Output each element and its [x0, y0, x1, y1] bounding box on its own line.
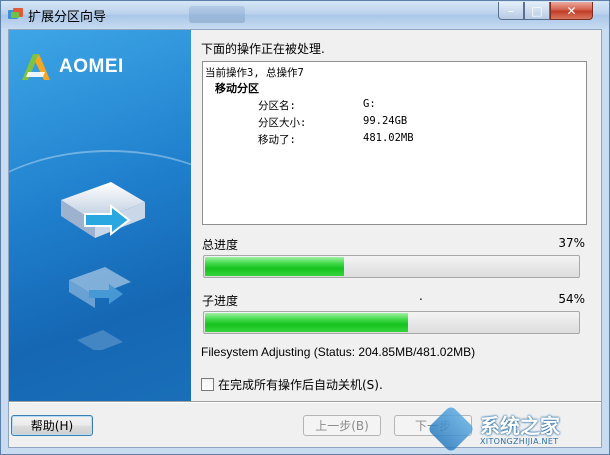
progress-pane: 下面的操作正在被处理. 当前操作3, 总操作7 移动分区 分区名: G: 分区大… — [201, 30, 597, 401]
minimize-button[interactable]: – — [498, 2, 524, 20]
aomei-app-icon — [8, 8, 23, 19]
help-button-label: 帮助(H) — [30, 419, 74, 433]
title-bar-tab-ghost — [189, 6, 245, 23]
sub-progress-marker: . — [419, 289, 423, 303]
log-value-size: 99.24GB — [363, 115, 408, 127]
close-button[interactable]: ✕ — [550, 2, 593, 20]
watermark-url: XITONGZHIJIA.NET — [480, 437, 559, 446]
pane-title: 下面的操作正在被处理. — [201, 42, 325, 56]
total-progress-bar — [203, 255, 580, 278]
sub-progress-percent: 54% — [558, 292, 585, 306]
site-watermark: 系统之家 XITONGZHIJIA.NET — [426, 404, 609, 454]
button-divider — [9, 401, 601, 403]
auto-shutdown-label[interactable]: 在完成所有操作后自动关机(S). — [218, 376, 383, 393]
log-label-partition: 分区名: — [258, 100, 296, 112]
log-label-moved: 移动了: — [258, 134, 296, 146]
current-operation-text: 当前操作3, 总操作7 — [205, 67, 304, 79]
back-button[interactable]: 上一步(B) — [303, 415, 381, 436]
disk-move-icon — [61, 182, 145, 350]
log-value-moved: 481.02MB — [363, 132, 414, 144]
aomei-logo-icon — [22, 54, 50, 80]
total-progress-percent: 37% — [558, 236, 585, 250]
log-value-partition: G: — [363, 98, 376, 110]
minimize-icon: – — [508, 3, 514, 18]
operation-log: 当前操作3, 总操作7 移动分区 分区名: G: 分区大小: 99.24GB 移… — [202, 61, 587, 225]
maximize-button[interactable]: □ — [524, 2, 550, 20]
maximize-icon: □ — [531, 3, 543, 18]
brand-name: AOMEI — [59, 56, 124, 77]
window-title: 扩展分区向导 — [28, 10, 107, 25]
sub-progress-label: 子进度 — [202, 294, 239, 308]
wizard-client-area: AOMEI 下面的操作正在被处理. 当前操作3, 总操作7 移动分区 分区名: … — [8, 29, 602, 448]
brand-logo: AOMEI — [19, 52, 124, 82]
auto-shutdown-checkbox[interactable] — [201, 378, 214, 391]
branding-panel: AOMEI — [9, 30, 191, 401]
operation-name: 移动分区 — [215, 82, 259, 95]
total-progress-fill — [205, 257, 344, 276]
title-bar[interactable]: 扩展分区向导 – □ ✕ — [1, 1, 609, 28]
help-button[interactable]: 帮助(H) — [11, 415, 93, 436]
close-icon: ✕ — [566, 3, 577, 18]
watermark-title: 系统之家 — [480, 414, 560, 438]
back-button-label: 上一步(B) — [315, 419, 369, 433]
wizard-window: 扩展分区向导 – □ ✕ AOMEI 下面的操作正在被处理. 当前操作3, 总操… — [0, 0, 610, 455]
watermark-logo-icon — [426, 404, 476, 454]
sub-progress-fill — [205, 313, 408, 332]
status-text: Filesystem Adjusting (Status: 204.85MB/4… — [201, 345, 476, 359]
total-progress-label: 总进度 — [202, 238, 239, 252]
log-label-size: 分区大小: — [258, 117, 307, 129]
sub-progress-bar — [203, 311, 580, 334]
